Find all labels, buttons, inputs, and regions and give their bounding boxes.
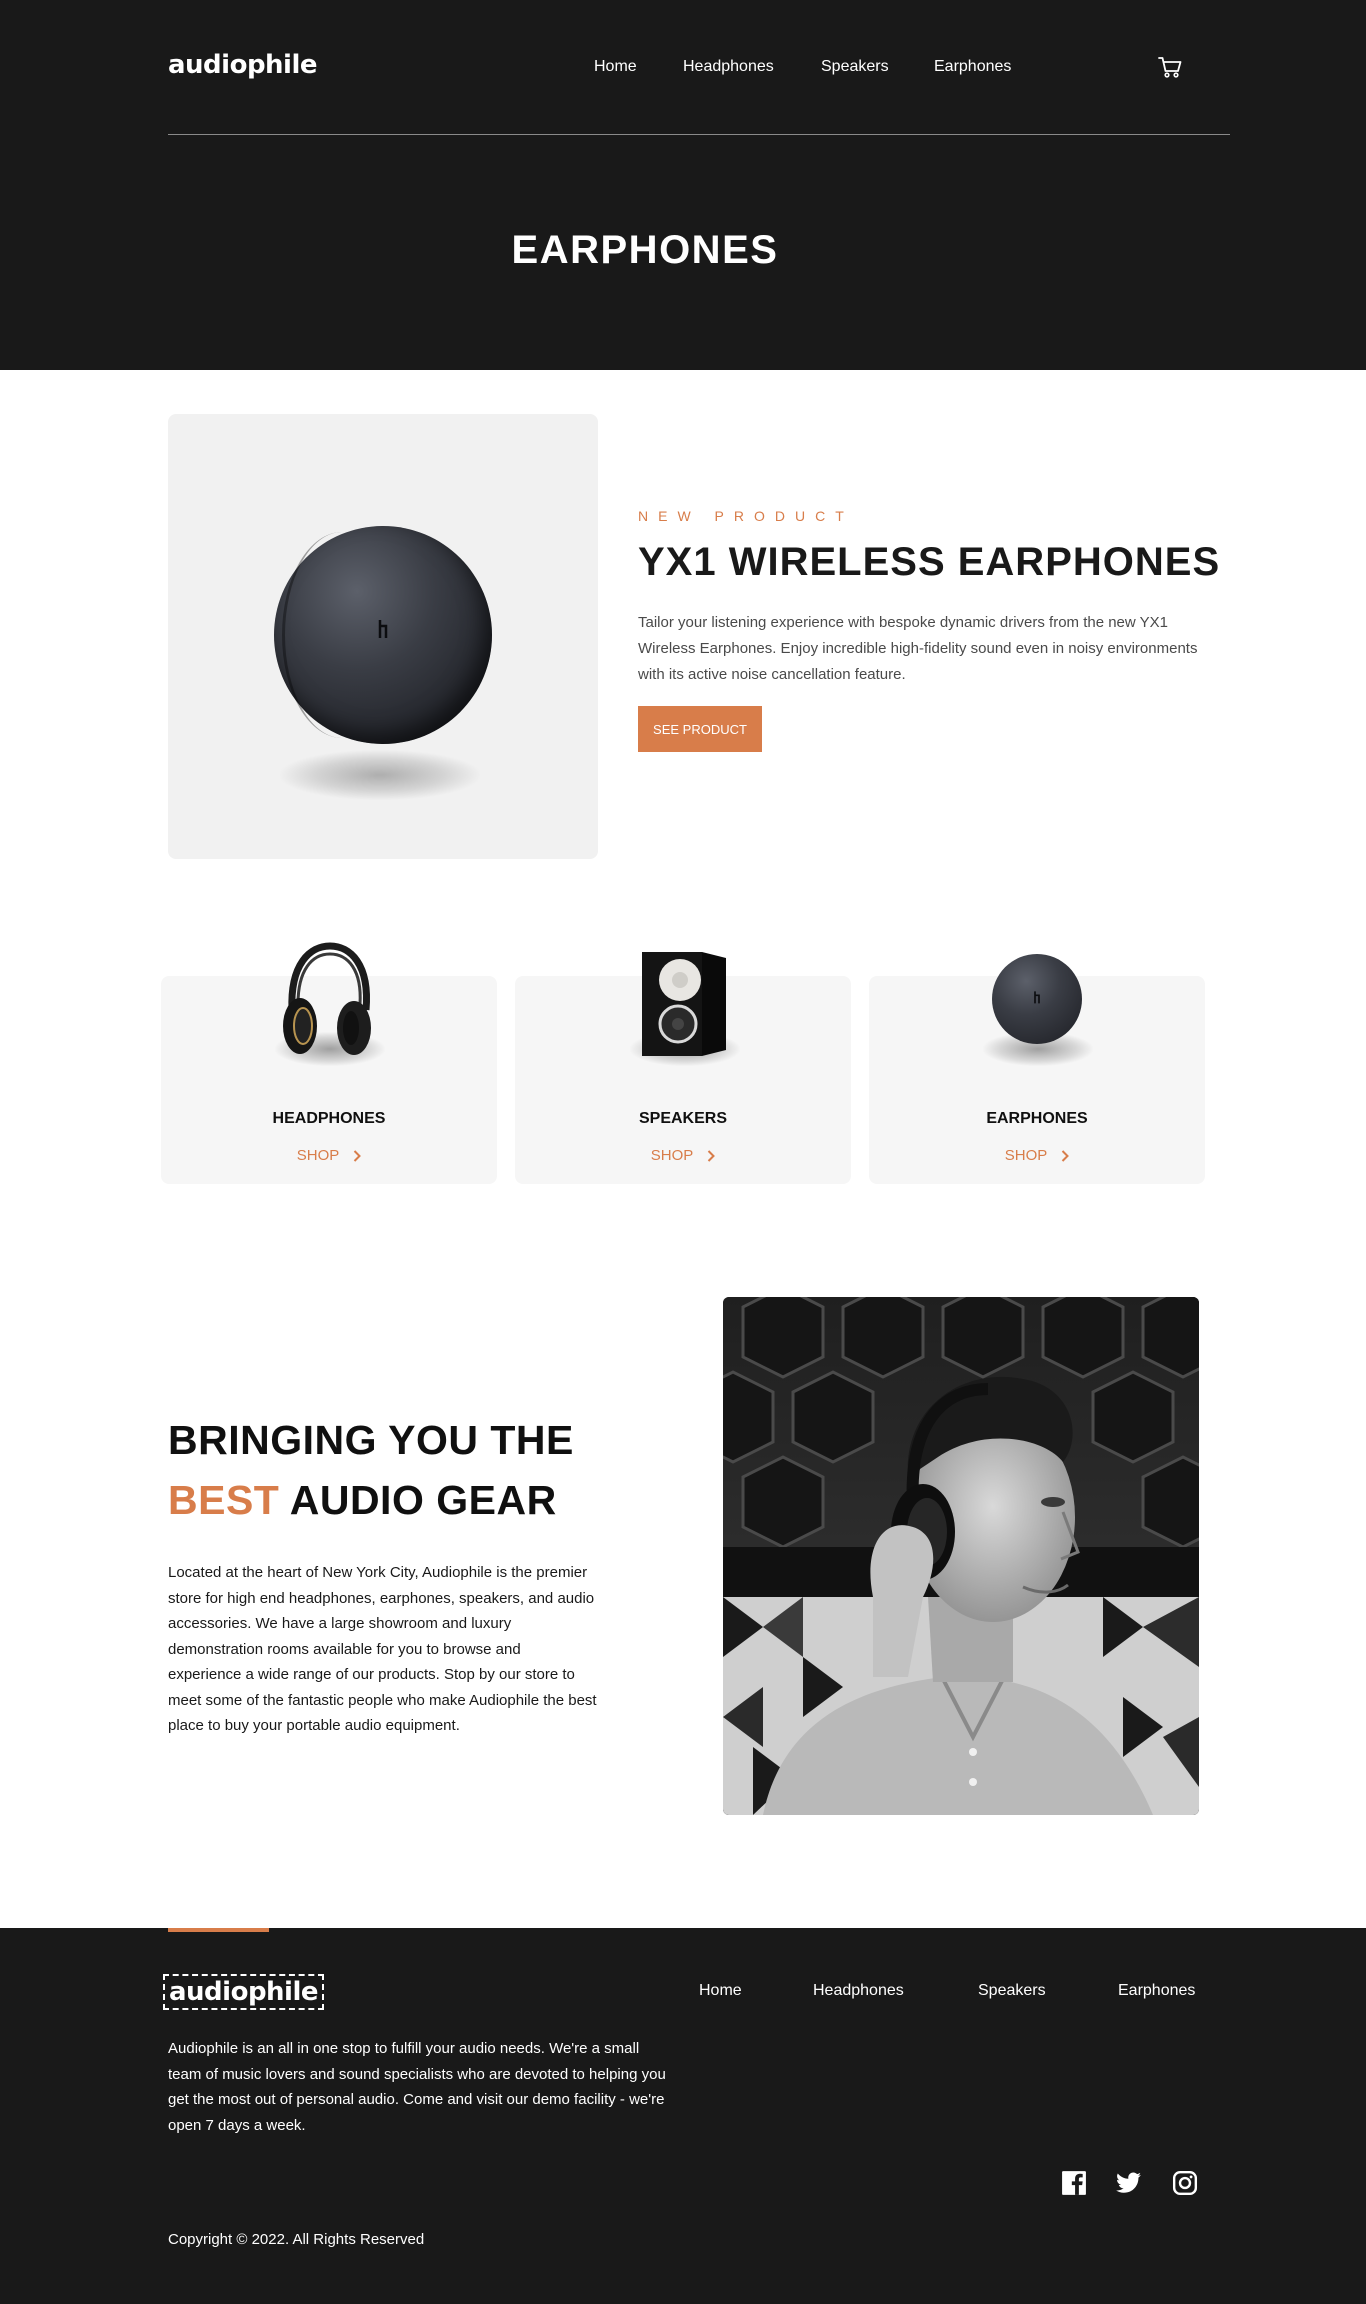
page-title: EARPHONES xyxy=(511,228,779,272)
product-shadow xyxy=(280,750,480,800)
nav-link-earphones[interactable]: Earphones xyxy=(934,58,1011,76)
about-title: BRINGING YOU THE BEST AUDIO GEAR xyxy=(168,1417,574,1523)
footer-logo[interactable]: audiophile xyxy=(163,1974,325,2010)
category-label-earphones: EARPHONES xyxy=(986,1110,1088,1127)
category-label-speakers: SPEAKERS xyxy=(638,1110,728,1127)
headphones-image xyxy=(283,942,371,1055)
shop-link-headphones[interactable]: SHOP xyxy=(161,1147,497,1164)
earphones-image xyxy=(992,954,1082,1044)
category-label-headphones: HEADPHONES xyxy=(272,1110,386,1127)
brand-mark-icon xyxy=(378,620,388,638)
product-name: YX1 WIRELESS EARPHONES xyxy=(638,540,1221,584)
site-header: audiophile Home Headphones Speakers Earp… xyxy=(0,0,1366,370)
shop-link-label: SHOP xyxy=(296,1147,340,1164)
instagram-icon[interactable] xyxy=(1172,2170,1198,2196)
speaker-image xyxy=(642,952,726,1056)
facebook-icon[interactable] xyxy=(1061,2170,1087,2196)
product-overline: NEW PRODUCT xyxy=(638,508,854,524)
shop-link-label: SHOP xyxy=(650,1147,694,1164)
header-divider xyxy=(168,134,1230,135)
twitter-icon[interactable] xyxy=(1116,2170,1142,2196)
footer-nav-link-headphones[interactable]: Headphones xyxy=(813,1982,904,2000)
footer-description: Audiophile is an all in one stop to fulf… xyxy=(168,2040,666,2134)
product-description: Tailor your listening experience with be… xyxy=(638,614,1198,683)
nav-link-home[interactable]: Home xyxy=(594,58,637,76)
see-product-button[interactable]: SEE PRODUCT xyxy=(638,706,762,752)
cart-icon[interactable] xyxy=(1158,56,1182,78)
nav-link-speakers[interactable]: Speakers xyxy=(821,58,889,76)
copyright-text: Copyright © 2022. All Rights Reserved xyxy=(168,2231,425,2248)
chevron-right-icon xyxy=(708,1149,716,1162)
brand-mark-icon xyxy=(1034,991,1040,1004)
site-footer: audiophile Home Headphones Speakers Earp… xyxy=(0,1928,1366,2304)
man-with-headphones-photo xyxy=(723,1297,1199,1815)
footer-accent-bar xyxy=(168,1928,269,1932)
about-text: Located at the heart of New York City, A… xyxy=(168,1564,597,1734)
footer-nav-link-home[interactable]: Home xyxy=(699,1982,742,2000)
shop-link-speakers[interactable]: SHOP xyxy=(515,1147,851,1164)
earphones-case-image xyxy=(274,526,492,744)
shop-link-label: SHOP xyxy=(1004,1147,1048,1164)
logo[interactable]: audiophile xyxy=(168,50,318,80)
chevron-right-icon xyxy=(354,1149,362,1162)
footer-nav-link-earphones[interactable]: Earphones xyxy=(1118,1982,1195,2000)
about-title-accent: BEST xyxy=(168,1477,280,1523)
footer-nav-link-speakers[interactable]: Speakers xyxy=(978,1982,1046,2000)
nav-link-headphones[interactable]: Headphones xyxy=(683,58,774,76)
shop-link-earphones[interactable]: SHOP xyxy=(869,1147,1205,1164)
chevron-right-icon xyxy=(1062,1149,1070,1162)
